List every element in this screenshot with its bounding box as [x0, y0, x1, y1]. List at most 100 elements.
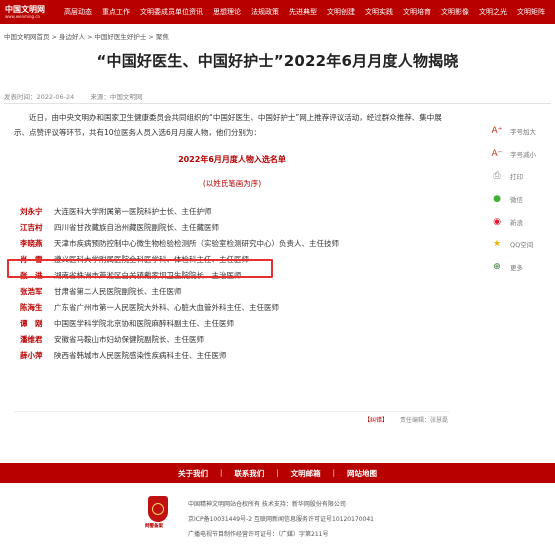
- correction-link[interactable]: 【纠错】: [364, 415, 388, 424]
- share-label: 微信: [510, 196, 523, 205]
- person-description: 广东省广州市第一人民医院大外科、心脏大血管外科主任、主任医师: [54, 302, 279, 312]
- nav-item[interactable]: 文明影像: [441, 7, 469, 17]
- breadcrumb-link[interactable]: 中国文明网首页: [4, 33, 50, 41]
- footer-link[interactable]: 关于我们: [178, 468, 208, 479]
- list-item: 张浩军 甘肃省第二人民医院副院长、主任医师: [20, 283, 450, 299]
- logo-url: www.wenming.cn: [5, 14, 41, 19]
- nav-item[interactable]: 先进典型: [289, 7, 317, 17]
- nav-item[interactable]: 文明之光: [479, 7, 507, 17]
- nav-item[interactable]: 重点工作: [102, 7, 130, 17]
- list-subheading: (以姓氏笔画为序): [202, 179, 262, 188]
- list-item: 谭 刚 中国医学科学院北京协和医院麻醉科副主任、主任医师: [20, 315, 450, 331]
- footer-link[interactable]: 联系我们: [234, 468, 264, 479]
- footer-separator: |: [219, 469, 223, 477]
- nav-item[interactable]: 法规政策: [251, 7, 279, 17]
- share-more[interactable]: ⊕ 更多: [490, 256, 550, 279]
- footer-links-bar: 关于我们 | 联系我们 | 文明邮箱 | 网站地图: [0, 463, 555, 483]
- more-icon: ⊕: [493, 261, 501, 272]
- share-font-smaller[interactable]: A⁻ 字号减小: [490, 143, 550, 166]
- breadcrumb-separator: >: [148, 33, 154, 41]
- footer-info-line: 中国精神文明网站仓权所有 技术支持：新华网股份有限公司: [188, 501, 346, 508]
- share-font-larger[interactable]: A⁺ 字号加大: [490, 120, 550, 143]
- footer-info-line: 广播电视节目制作经营许可证号：（广媒）字第211号: [188, 531, 329, 538]
- article-intro: 近日，由中央文明办和国家卫生健康委员会共同组织的“中国好医生、中国好护士”网上推…: [14, 113, 442, 137]
- person-name: 张浩军: [20, 286, 43, 296]
- divider: [4, 103, 551, 104]
- share-label: 字号减小: [510, 150, 536, 159]
- person-name: 李晓燕: [20, 238, 43, 248]
- nav-item[interactable]: 文明培育: [403, 7, 431, 17]
- nav-item[interactable]: 高层动态: [64, 7, 92, 17]
- nav-item[interactable]: 文明委成员单位资讯: [140, 7, 203, 17]
- nav-item[interactable]: 思想理论: [213, 7, 241, 17]
- list-item: 陈海生 广东省广州市第一人民医院大外科、心脏大血管外科主任、主任医师: [20, 299, 450, 315]
- person-description: 陕西省韩城市人民医院感染性疾病科主任、主任医师: [54, 350, 227, 360]
- breadcrumb-link[interactable]: 中国好医生好护士: [94, 33, 146, 41]
- font-smaller-icon: A⁻: [491, 148, 503, 159]
- breadcrumb-separator: >: [86, 33, 93, 41]
- nav-item[interactable]: 文明创建: [327, 7, 355, 17]
- footer-link[interactable]: 文明邮箱: [291, 468, 321, 479]
- person-name: 谭 刚: [20, 318, 43, 328]
- person-name: 薛小萍: [20, 350, 43, 360]
- breadcrumb-separator: >: [51, 33, 57, 41]
- footer-info: 中国精神文明网站仓权所有 技术支持：新华网股份有限公司京ICP备10031449…: [188, 497, 374, 542]
- share-weibo[interactable]: ◉ 新浪: [490, 210, 550, 233]
- person-name: 刘永宁: [20, 206, 43, 216]
- share-wechat[interactable]: ● 微信: [490, 188, 550, 211]
- person-name: 张 进: [20, 270, 43, 280]
- emblem-label: 网警备案: [145, 524, 163, 529]
- share-label: 字号加大: [510, 128, 536, 137]
- publish-time: 发表时间：2022-06-24: [4, 93, 75, 101]
- breadcrumb-link[interactable]: 身边好人: [59, 33, 85, 41]
- person-description: 四川省甘孜藏族自治州藏医院副院长、主任藏医师: [54, 222, 219, 232]
- list-item: 江吉村 四川省甘孜藏族自治州藏医院副院长、主任藏医师: [20, 219, 450, 235]
- share-label: 打印: [510, 173, 523, 182]
- list-item: 肖 雪 遵义医科大学附属医院全科医学科、体检科主任、主任医师: [20, 251, 450, 267]
- footer-info-line: 京ICP备10031449号-2 互联网新闻信息服务许可证号1012017004…: [188, 516, 374, 523]
- nav-item[interactable]: 文明实践: [365, 7, 393, 17]
- person-name: 陈海生: [20, 302, 43, 312]
- share-label: 新浪: [510, 218, 523, 227]
- person-description: 遵义医科大学附属医院全科医学科、体检科主任、主任医师: [54, 254, 249, 264]
- list-item: 李晓燕 天津市疾病预防控制中心微生物检验检测所（实验室检测研究中心）负责人、主任技…: [20, 235, 450, 251]
- article-source: 来源：中国文明网: [90, 93, 143, 101]
- list-item: 潘维君 安徽省马鞍山市妇幼保健院副院长、主任医师: [20, 331, 450, 347]
- person-name: 江吉村: [20, 222, 43, 232]
- share-panel: A⁺ 字号加大 A⁻ 字号减小 ⎙ 打印 ● 微信 ◉ 新浪 ★ QQ空间 ⊕ 更多: [490, 120, 550, 278]
- footer-separator: |: [276, 469, 279, 477]
- page-title: “中国好医生、中国好护士”2022年6月月度人物揭晓: [96, 52, 459, 70]
- nav-item[interactable]: 文明矩阵: [517, 7, 545, 17]
- person-name: 潘维君: [20, 334, 43, 344]
- footer-separator: |: [332, 469, 336, 477]
- list-heading: 2022年6月月度人物入选名单: [178, 155, 286, 164]
- main-nav: 高层动态 重点工作 文明委成员单位资讯 思想理论 法规政策 先进典型 文明创建 文明实践 文明培…: [54, 0, 555, 24]
- breadcrumb: 中国文明网首页 > 身边好人 > 中国好医生好护士 > 聚焦: [4, 31, 171, 41]
- article-meta: 发表时间：2022-06-24 来源：中国文明网: [4, 91, 156, 101]
- person-name: 肖 雪: [20, 254, 43, 264]
- share-qzone[interactable]: ★ QQ空间: [490, 233, 550, 256]
- person-description: 天津市疾病预防控制中心微生物检验检测所（实验室检测研究中心）负责人、主任技师: [54, 238, 339, 248]
- list-item: 薛小萍 陕西省韩城市人民医院感染性疾病科主任、主任医师: [20, 347, 450, 363]
- footer-link[interactable]: 网站地图: [347, 468, 377, 479]
- editor-line: 【纠错】 责任编辑：张慧磊: [14, 411, 450, 424]
- share-label: 更多: [510, 263, 523, 272]
- logo-text: 中国文明网: [5, 5, 45, 14]
- person-description: 安徽省马鞍山市妇幼保健院副院长、主任医师: [54, 334, 204, 344]
- top-nav-bar: 中国文明网 www.wenming.cn 高层动态 重点工作 文明委成员单位资讯 思想…: [0, 0, 555, 24]
- person-description: 湖南省株洲市芦淞区白关镇戴家坝卫生院院长、主治医师: [54, 270, 242, 280]
- person-description: 中国医学科学院北京协和医院麻醉科副主任、主任医师: [54, 318, 234, 328]
- people-list: 刘永宁 大连医科大学附属第一医院科护士长、主任护师 江吉村 四川省甘孜藏族自治州藏医院…: [14, 203, 450, 363]
- share-label: QQ空间: [510, 241, 534, 250]
- print-icon: ⎙: [493, 171, 501, 182]
- police-badge-icon[interactable]: [148, 496, 168, 522]
- qzone-icon: ★: [492, 239, 502, 250]
- person-description: 甘肃省第二人民医院副院长、主任医师: [54, 286, 182, 296]
- site-logo[interactable]: 中国文明网 www.wenming.cn: [0, 0, 54, 24]
- weibo-icon: ◉: [493, 216, 501, 227]
- article-body: 近日，由中央文明办和国家卫生健康委员会共同组织的“中国好医生、中国好护士”网上推…: [14, 110, 450, 363]
- editor-credit: 责任编辑：张慧磊: [400, 417, 449, 424]
- breadcrumb-link[interactable]: 聚焦: [156, 33, 169, 41]
- font-larger-icon: A⁺: [491, 126, 503, 137]
- share-print[interactable]: ⎙ 打印: [490, 165, 550, 188]
